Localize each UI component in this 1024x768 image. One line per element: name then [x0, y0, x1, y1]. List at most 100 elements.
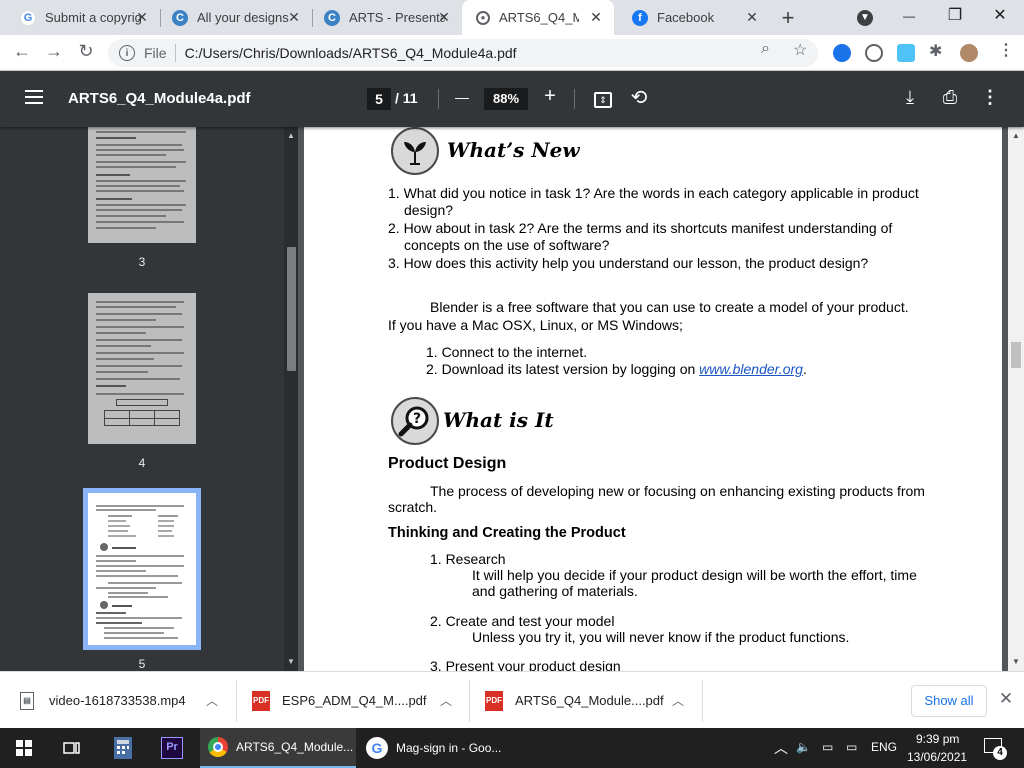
- question-1-cont: design?: [404, 202, 454, 218]
- notifications-badge: 4: [993, 746, 1007, 760]
- download-icon[interactable]: ⤓: [898, 87, 922, 108]
- network-icon[interactable]: ▭: [846, 740, 857, 754]
- clock-date[interactable]: 13/06/2021: [907, 750, 967, 764]
- taskbar-app-google[interactable]: G Mag-sign in - Goo...: [358, 728, 514, 768]
- task-view-icon[interactable]: [60, 736, 84, 760]
- document-scrollbar-track[interactable]: [1008, 127, 1024, 671]
- profile-avatar[interactable]: [960, 44, 978, 62]
- fit-to-page-icon[interactable]: ⇕: [591, 87, 615, 108]
- back-button[interactable]: ←: [10, 41, 34, 62]
- browser-menu-icon[interactable]: ⋮: [998, 40, 1014, 60]
- tab-strip: G Submit a copyrig ✕ C All your designs …: [0, 0, 1024, 35]
- maximize-button[interactable]: ❐: [935, 2, 975, 30]
- minimize-button[interactable]: —: [889, 2, 929, 30]
- google-icon: G: [366, 737, 388, 759]
- chevron-down-icon: ▼: [857, 10, 873, 26]
- meeting-icon[interactable]: ▭: [822, 740, 833, 754]
- arrow-left-icon: ←: [13, 41, 31, 61]
- reload-button[interactable]: ↻: [74, 41, 98, 62]
- print-icon[interactable]: ⎙: [938, 87, 962, 108]
- info-icon[interactable]: i: [119, 45, 135, 61]
- close-window-button[interactable]: ✕: [980, 2, 1020, 30]
- sidebar-scrollbar-track[interactable]: [284, 127, 298, 671]
- question-3: 3. How does this activity help you under…: [388, 255, 869, 271]
- tab-facebook[interactable]: f Facebook ✕: [612, 0, 770, 35]
- present-label: 3. Present your product design: [430, 658, 621, 671]
- product-design-paragraph: The process of developing new or focusin…: [430, 483, 925, 499]
- tab-submit-copyright[interactable]: G Submit a copyrig ✕: [0, 0, 160, 35]
- divider: [438, 89, 439, 109]
- download-filename: ESP6_ADM_Q4_M....pdf: [282, 693, 427, 708]
- extension-globe-icon[interactable]: [833, 44, 851, 62]
- speaker-icon[interactable]: 🔈: [796, 740, 811, 754]
- chevron-up-icon[interactable]: ︿: [774, 738, 788, 758]
- scroll-down-arrow[interactable]: ▼: [1010, 657, 1022, 666]
- downloads-bar: ▤ video-1618733538.mp4 ︿ PDF ESP6_ADM_Q4…: [0, 671, 1024, 728]
- research-label: 1. Research: [430, 551, 506, 567]
- document-viewport: What’s New 1. What did you notice in tas…: [298, 127, 1024, 671]
- calculator-icon[interactable]: [111, 736, 135, 760]
- section-title: What’s New: [447, 138, 580, 163]
- divider: [469, 680, 470, 722]
- scroll-up-arrow[interactable]: ▲: [1010, 131, 1022, 140]
- step-2-text: 2. Download its latest version by loggin…: [426, 361, 696, 377]
- language-indicator[interactable]: ENG: [871, 740, 897, 754]
- blender-link[interactable]: www.blender.org: [699, 361, 803, 377]
- thumbnail-page-number: 4: [138, 456, 146, 470]
- notifications-icon[interactable]: 4: [984, 738, 1007, 760]
- chevron-up-icon[interactable]: ︿: [440, 692, 452, 709]
- tab-close-icon[interactable]: ✕: [134, 9, 150, 26]
- plant-sprout-icon: [391, 127, 439, 175]
- tab-close-icon[interactable]: ✕: [588, 9, 604, 26]
- extension-diamond-icon[interactable]: [897, 44, 915, 62]
- tab-arts6-module[interactable]: ● ARTS6_Q4_Modu ✕: [462, 0, 614, 35]
- zoom-icon[interactable]: ⌕: [761, 40, 770, 58]
- extension-atom-icon[interactable]: [865, 44, 883, 62]
- thumbnail-sidebar: 3 4 5 ▲ ▼: [0, 127, 298, 671]
- taskbar-app-label: Mag-sign in - Goo...: [396, 741, 502, 755]
- download-item[interactable]: ▤ video-1618733538.mp4: [20, 672, 186, 729]
- taskbar-app-chrome[interactable]: ARTS6_Q4_Module...: [200, 728, 356, 768]
- canva-icon: C: [324, 9, 340, 26]
- page-thumbnail[interactable]: [88, 127, 196, 243]
- download-filename: ARTS6_Q4_Module....pdf: [515, 693, 664, 708]
- pdf-toolbar: ARTS6_Q4_Module4a.pdf 5 / 11 — 88% + ⇕ ⟲…: [0, 71, 1024, 127]
- tab-close-icon[interactable]: ✕: [286, 9, 302, 26]
- zoom-out-button[interactable]: —: [450, 89, 474, 105]
- chevron-up-icon[interactable]: ︿: [672, 692, 684, 709]
- hamburger-menu-icon[interactable]: [25, 90, 43, 104]
- show-all-button[interactable]: Show all: [911, 685, 987, 717]
- page-thumbnail[interactable]: [88, 293, 196, 444]
- page-thumbnail-selected[interactable]: [83, 488, 201, 650]
- clock-time[interactable]: 9:39 pm: [916, 732, 959, 746]
- page-number-input[interactable]: 5: [367, 88, 391, 110]
- url-text[interactable]: C:/Users/Chris/Downloads/ARTS6_Q4_Module…: [185, 45, 517, 61]
- extensions-puzzle-icon[interactable]: ✱: [929, 41, 942, 61]
- arrow-right-icon: →: [45, 41, 63, 61]
- address-bar[interactable]: i File C:/Users/Chris/Downloads/ARTS6_Q4…: [108, 39, 818, 67]
- document-scrollbar-thumb[interactable]: [1011, 342, 1021, 368]
- download-item[interactable]: PDF ESP6_ADM_Q4_M....pdf: [252, 672, 427, 729]
- bookmark-star-icon[interactable]: ☆: [793, 40, 807, 60]
- zoom-level-input[interactable]: 88%: [484, 88, 528, 110]
- tab-search-button[interactable]: ▼: [845, 2, 885, 30]
- tab-all-your-designs[interactable]: C All your designs ✕: [152, 0, 312, 35]
- scroll-up-arrow[interactable]: ▲: [286, 131, 296, 140]
- download-item[interactable]: PDF ARTS6_Q4_Module....pdf: [485, 672, 664, 729]
- rotate-icon[interactable]: ⟲: [627, 85, 651, 110]
- research-desc-cont: and gathering of materials.: [472, 583, 638, 599]
- premiere-pro-icon[interactable]: Pr: [160, 736, 184, 760]
- more-options-icon[interactable]: ⋮: [978, 87, 1002, 108]
- new-tab-button[interactable]: +: [776, 5, 800, 31]
- browser-toolbar: ← → ↻ i File C:/Users/Chris/Downloads/AR…: [0, 35, 1024, 71]
- zoom-in-button[interactable]: +: [538, 85, 562, 108]
- tab-arts-presentation[interactable]: C ARTS - Presentat ✕: [304, 0, 462, 35]
- windows-start-icon[interactable]: [12, 736, 36, 760]
- sidebar-scrollbar-thumb[interactable]: [287, 247, 296, 371]
- forward-button[interactable]: →: [42, 41, 66, 62]
- scroll-down-arrow[interactable]: ▼: [286, 657, 296, 666]
- tab-close-icon[interactable]: ✕: [436, 9, 452, 26]
- tab-close-icon[interactable]: ✕: [744, 9, 760, 26]
- chevron-up-icon[interactable]: ︿: [206, 692, 218, 709]
- close-downloads-button[interactable]: ✕: [998, 689, 1014, 709]
